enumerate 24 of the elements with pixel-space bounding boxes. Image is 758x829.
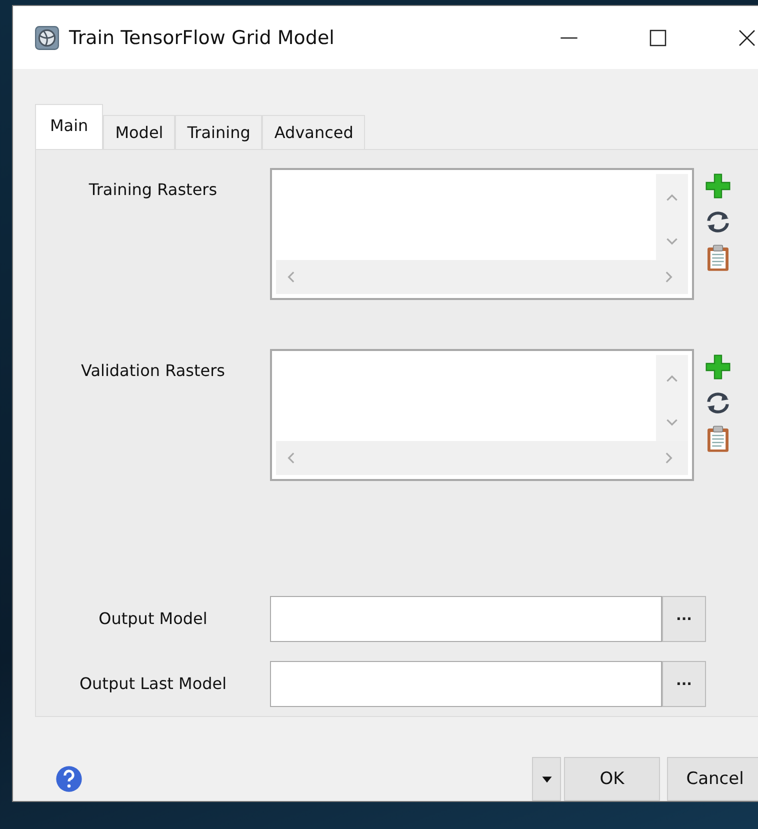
input-field[interactable]: [270, 660, 662, 707]
tab[interactable]: Model: [103, 115, 176, 149]
tab[interactable]: Advanced: [262, 115, 366, 149]
browse-button[interactable]: ...: [662, 660, 706, 707]
dropdown-button[interactable]: [532, 757, 561, 801]
dialog-button[interactable]: Cancel: [667, 757, 758, 801]
globe-icon: [35, 26, 59, 50]
input-field[interactable]: [270, 596, 662, 642]
close-icon[interactable]: [737, 28, 757, 48]
window-title: Train TensorFlow Grid Model: [69, 26, 336, 48]
list-box[interactable]: [270, 349, 694, 482]
dialog-button[interactable]: OK: [564, 757, 660, 801]
add-icon[interactable]: [704, 353, 732, 382]
list-box[interactable]: [270, 168, 694, 300]
maximize-icon[interactable]: [648, 28, 668, 48]
tab[interactable]: Training: [175, 115, 262, 149]
field-label: Output Last Model: [78, 674, 228, 694]
tab[interactable]: Main: [35, 104, 104, 149]
field-label: Output Model: [98, 609, 208, 628]
field-label: Training Rasters: [88, 179, 218, 199]
field-label: Validation Rasters: [80, 360, 226, 380]
help-icon[interactable]: [55, 765, 83, 793]
browse-button[interactable]: ...: [662, 596, 706, 642]
add-icon[interactable]: [704, 172, 732, 200]
